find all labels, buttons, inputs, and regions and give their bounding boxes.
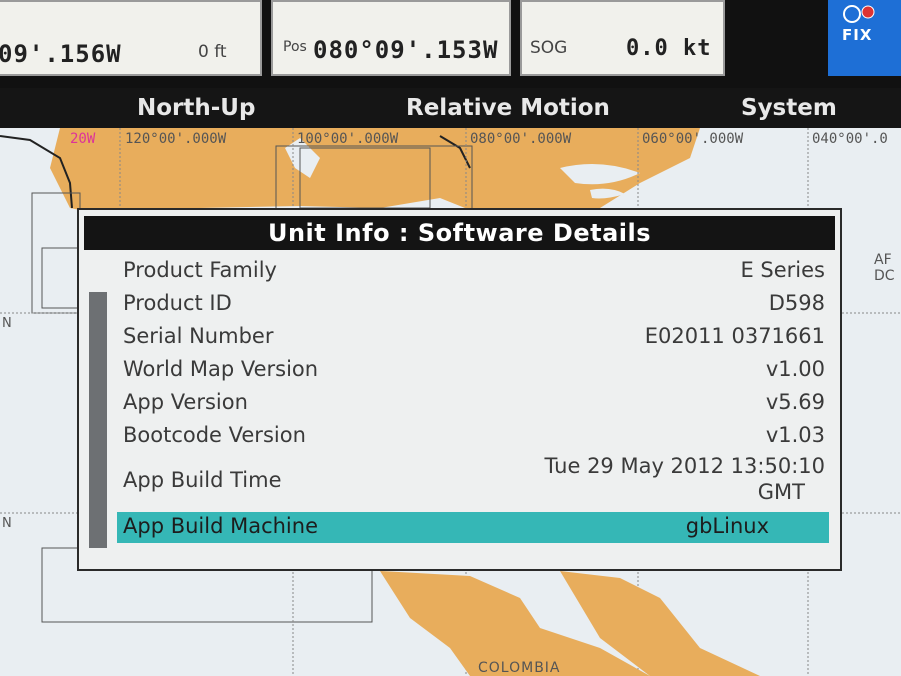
unit-info-dialog: Unit Info : Software Details Product Fam… [77,208,842,571]
longitude-label: 100°00'.000W [297,131,399,147]
sog-label: SOG [530,38,568,58]
fix-label: FIX [842,26,873,44]
row-value: gbLinux [685,514,769,538]
chart-outline [31,192,81,314]
sog-value: 0.0 kt [626,36,712,61]
row-key: Bootcode Version [123,423,306,447]
longitude-value: 09'.156W [0,40,122,68]
latitude-label: N [2,316,12,331]
row-value: v1.03 [765,423,825,447]
row-key: World Map Version [123,357,319,381]
databox-sog: SOG 0.0 kt [520,0,725,76]
row-key: Product Family [123,258,277,282]
info-row-product-family[interactable]: Product Family E Series [117,256,829,287]
longitude-label: 040°00'.0 [812,131,888,147]
info-row-app-version[interactable]: App Version v5.69 [117,388,829,419]
row-value-timezone: GMT [757,480,805,504]
longitude-label: 080°00'.000W [470,131,572,147]
row-key: Serial Number [123,324,274,348]
row-value: E02011 0371661 [644,324,825,348]
map-region-label: AF DC [874,252,895,284]
menu-system[interactable]: System [741,95,837,121]
latitude-label: N [2,516,12,531]
depth-value: 0 ft [198,42,227,62]
info-row-app-build-time[interactable]: App Build Time Tue 29 May 2012 13:50:10 … [117,454,829,508]
softkey-bar: North-Up Relative Motion System [0,88,901,128]
menu-relative-motion[interactable]: Relative Motion [406,95,610,121]
chart-outline [41,247,83,309]
info-row-app-build-machine[interactable]: App Build Machine gbLinux [117,512,829,543]
country-label: COLOMBIA [478,660,561,676]
pos-value: 080°09'.153W [313,36,499,64]
row-value: D598 [768,291,825,315]
longitude-label: 120°00'.000W [125,131,227,147]
row-value: E Series [740,258,825,282]
row-value: Tue 29 May 2012 13:50:10 [544,454,825,478]
info-row-product-id[interactable]: Product ID D598 [117,289,829,320]
pos-label: Pos [283,39,307,55]
gps-fix-icon [843,5,875,23]
databox-position-partial: 09'.156W 0 ft [0,0,262,76]
row-key: Product ID [123,291,232,315]
info-row-world-map-version[interactable]: World Map Version v1.00 [117,355,829,386]
databox-position: Pos 080°09'.153W [271,0,511,76]
fix-button[interactable]: FIX [828,0,901,76]
scrollbar[interactable] [89,292,107,548]
longitude-label: 20W [70,131,96,147]
longitude-label: 060°00'.000W [642,131,744,147]
info-row-serial-number[interactable]: Serial Number E02011 0371661 [117,322,829,353]
row-value: v5.69 [765,390,825,414]
row-key: App Build Time [123,468,282,492]
dialog-title: Unit Info : Software Details [84,216,835,250]
row-key: App Build Machine [123,514,318,538]
row-value: v1.00 [765,357,825,381]
info-row-bootcode-version[interactable]: Bootcode Version v1.03 [117,421,829,452]
menu-north-up[interactable]: North-Up [137,95,255,121]
row-key: App Version [123,390,248,414]
